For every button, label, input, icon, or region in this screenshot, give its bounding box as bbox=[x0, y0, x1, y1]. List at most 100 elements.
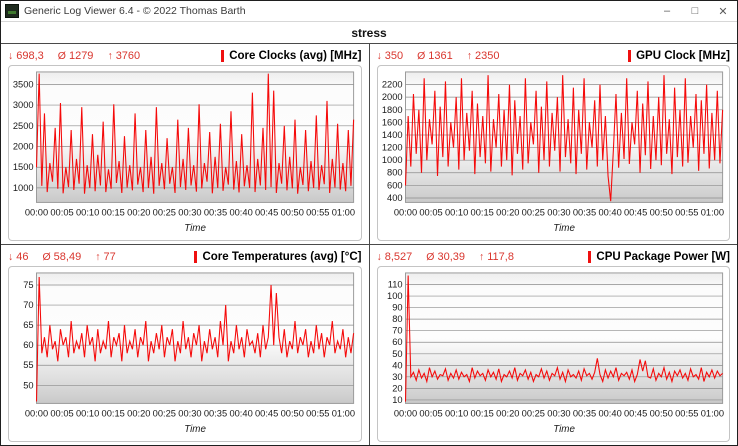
x-tick-label: 00:40 bbox=[229, 408, 252, 418]
x-tick-label: 00:45 bbox=[255, 207, 278, 217]
stat-min: ↓ 46 bbox=[8, 251, 29, 263]
y-tick-label: 50 bbox=[23, 380, 33, 390]
x-tick-label: 00:05 bbox=[419, 207, 442, 217]
y-tick-label: 1400 bbox=[381, 130, 402, 140]
x-tick-label: 00:25 bbox=[153, 207, 176, 217]
y-tick-label: 65 bbox=[23, 320, 33, 330]
x-tick-label: 00:30 bbox=[547, 207, 570, 217]
x-tick-label: 00:50 bbox=[281, 408, 304, 418]
chart-panel[interactable]: 10001500200025003000350000:0000:0500:100… bbox=[8, 65, 362, 241]
stat-avg-value: 1279 bbox=[69, 50, 93, 62]
plot-area[interactable] bbox=[405, 273, 722, 403]
avg-icon: Ø bbox=[426, 251, 434, 263]
max-arrow-icon: ↑ bbox=[467, 50, 472, 62]
y-tick-label: 70 bbox=[23, 300, 33, 310]
stat-max-value: 2350 bbox=[475, 50, 499, 62]
chart-title: Core Temperatures (avg) [°C] bbox=[194, 251, 361, 263]
stat-max: ↑ 3760 bbox=[107, 50, 140, 62]
y-tick-label: 10 bbox=[392, 395, 402, 405]
x-tick-label: 00:00 bbox=[393, 408, 416, 418]
minimize-button[interactable]: – bbox=[653, 1, 681, 21]
stat-avg-value: 30,39 bbox=[437, 251, 465, 263]
max-arrow-icon: ↑ bbox=[479, 251, 484, 263]
stat-avg: Ø 1279 bbox=[58, 50, 94, 62]
x-tick-label: 00:00 bbox=[393, 207, 416, 217]
y-tick-label: 2200 bbox=[381, 80, 402, 90]
stat-max: ↑ 2350 bbox=[467, 50, 500, 62]
legend-color-bar bbox=[221, 50, 224, 62]
x-tick-label: 00:20 bbox=[496, 207, 519, 217]
x-tick-label: 00:15 bbox=[470, 408, 493, 418]
y-tick-label: 40 bbox=[392, 360, 402, 370]
x-tick-label: 00:40 bbox=[598, 207, 621, 217]
app-window: Generic Log Viewer 6.4 - © 2022 Thomas B… bbox=[0, 0, 738, 446]
y-tick-label: 100 bbox=[387, 291, 403, 301]
y-tick-label: 20 bbox=[392, 383, 402, 393]
x-tick-label: 00:15 bbox=[102, 408, 125, 418]
avg-icon: Ø bbox=[417, 50, 425, 62]
stat-avg: Ø 30,39 bbox=[426, 251, 465, 263]
stat-min: ↓ 698,3 bbox=[8, 50, 44, 62]
chart-title-label: CPU Package Power [W] bbox=[596, 251, 730, 263]
chart-panel[interactable]: 50556065707500:0000:0500:1000:1500:2000:… bbox=[8, 266, 362, 442]
chart-cell-core-temperatures: ↓ 46 Ø 58,49 ↑ 77 Core Temperatures (avg… bbox=[1, 245, 369, 445]
max-arrow-icon: ↑ bbox=[95, 251, 100, 263]
x-tick-label: 00:10 bbox=[445, 207, 468, 217]
max-arrow-icon: ↑ bbox=[107, 50, 112, 62]
stat-min-value: 698,3 bbox=[16, 50, 44, 62]
y-tick-label: 2000 bbox=[13, 141, 34, 151]
y-tick-label: 110 bbox=[387, 279, 402, 289]
x-tick-label: 00:45 bbox=[623, 408, 646, 418]
chart-panel[interactable]: 10203040506070809010011000:0000:0500:100… bbox=[377, 266, 731, 442]
x-axis-title: Time bbox=[184, 223, 206, 234]
gpu-clock-plot[interactable]: 400600800100012001400160018002000220000:… bbox=[379, 67, 729, 239]
x-tick-label: 00:45 bbox=[623, 207, 646, 217]
stat-max: ↑ 77 bbox=[95, 251, 116, 263]
y-tick-label: 1200 bbox=[381, 143, 402, 153]
cpu-package-power-plot[interactable]: 10203040506070809010011000:0000:0500:100… bbox=[379, 268, 729, 440]
stat-min: ↓ 8,527 bbox=[377, 251, 413, 263]
core-temperatures-plot[interactable]: 50556065707500:0000:0500:1000:1500:2000:… bbox=[10, 268, 360, 440]
stat-avg: Ø 58,49 bbox=[43, 251, 82, 263]
y-tick-label: 2000 bbox=[381, 92, 402, 102]
x-tick-label: 00:35 bbox=[204, 408, 227, 418]
stats-row: ↓ 46 Ø 58,49 ↑ 77 Core Temperatures (avg… bbox=[8, 248, 362, 266]
x-tick-label: 00:30 bbox=[178, 207, 201, 217]
x-tick-label: 00:25 bbox=[521, 408, 544, 418]
y-tick-label: 30 bbox=[392, 372, 402, 382]
min-arrow-icon: ↓ bbox=[377, 50, 382, 62]
chart-panel[interactable]: 400600800100012001400160018002000220000:… bbox=[377, 65, 731, 241]
y-tick-label: 1000 bbox=[13, 183, 34, 193]
stat-min-value: 46 bbox=[16, 251, 28, 263]
y-tick-label: 400 bbox=[387, 193, 403, 203]
chart-title: CPU Package Power [W] bbox=[588, 251, 730, 263]
min-arrow-icon: ↓ bbox=[377, 251, 382, 263]
close-button[interactable]: ✕ bbox=[709, 1, 737, 21]
y-tick-label: 1800 bbox=[381, 105, 402, 115]
title-bar: Generic Log Viewer 6.4 - © 2022 Thomas B… bbox=[1, 1, 737, 22]
x-tick-label: 00:50 bbox=[281, 207, 304, 217]
y-tick-label: 2500 bbox=[13, 121, 34, 131]
x-tick-label: 01:00 bbox=[700, 408, 723, 418]
x-axis-title: Time bbox=[553, 223, 575, 234]
avg-icon: Ø bbox=[43, 251, 51, 263]
maximize-button[interactable]: □ bbox=[681, 1, 709, 21]
log-title: stress bbox=[351, 26, 386, 40]
stat-avg-value: 58,49 bbox=[54, 251, 82, 263]
stat-max-value: 117,8 bbox=[487, 251, 514, 263]
x-tick-label: 00:50 bbox=[649, 207, 672, 217]
x-tick-label: 00:55 bbox=[306, 408, 329, 418]
stat-avg-value: 1361 bbox=[428, 50, 452, 62]
y-tick-label: 3500 bbox=[13, 79, 34, 89]
y-tick-label: 90 bbox=[392, 302, 402, 312]
x-tick-label: 00:15 bbox=[102, 207, 125, 217]
x-tick-label: 00:55 bbox=[306, 207, 329, 217]
stats-row: ↓ 8,527 Ø 30,39 ↑ 117,8 CPU Package Powe… bbox=[377, 248, 731, 266]
x-tick-label: 00:55 bbox=[675, 207, 698, 217]
y-tick-label: 1600 bbox=[381, 117, 402, 127]
core-clocks-plot[interactable]: 10001500200025003000350000:0000:0500:100… bbox=[10, 67, 360, 239]
x-tick-label: 00:15 bbox=[470, 207, 493, 217]
x-tick-label: 00:45 bbox=[255, 408, 278, 418]
x-tick-label: 00:30 bbox=[547, 408, 570, 418]
y-tick-label: 3000 bbox=[13, 100, 34, 110]
